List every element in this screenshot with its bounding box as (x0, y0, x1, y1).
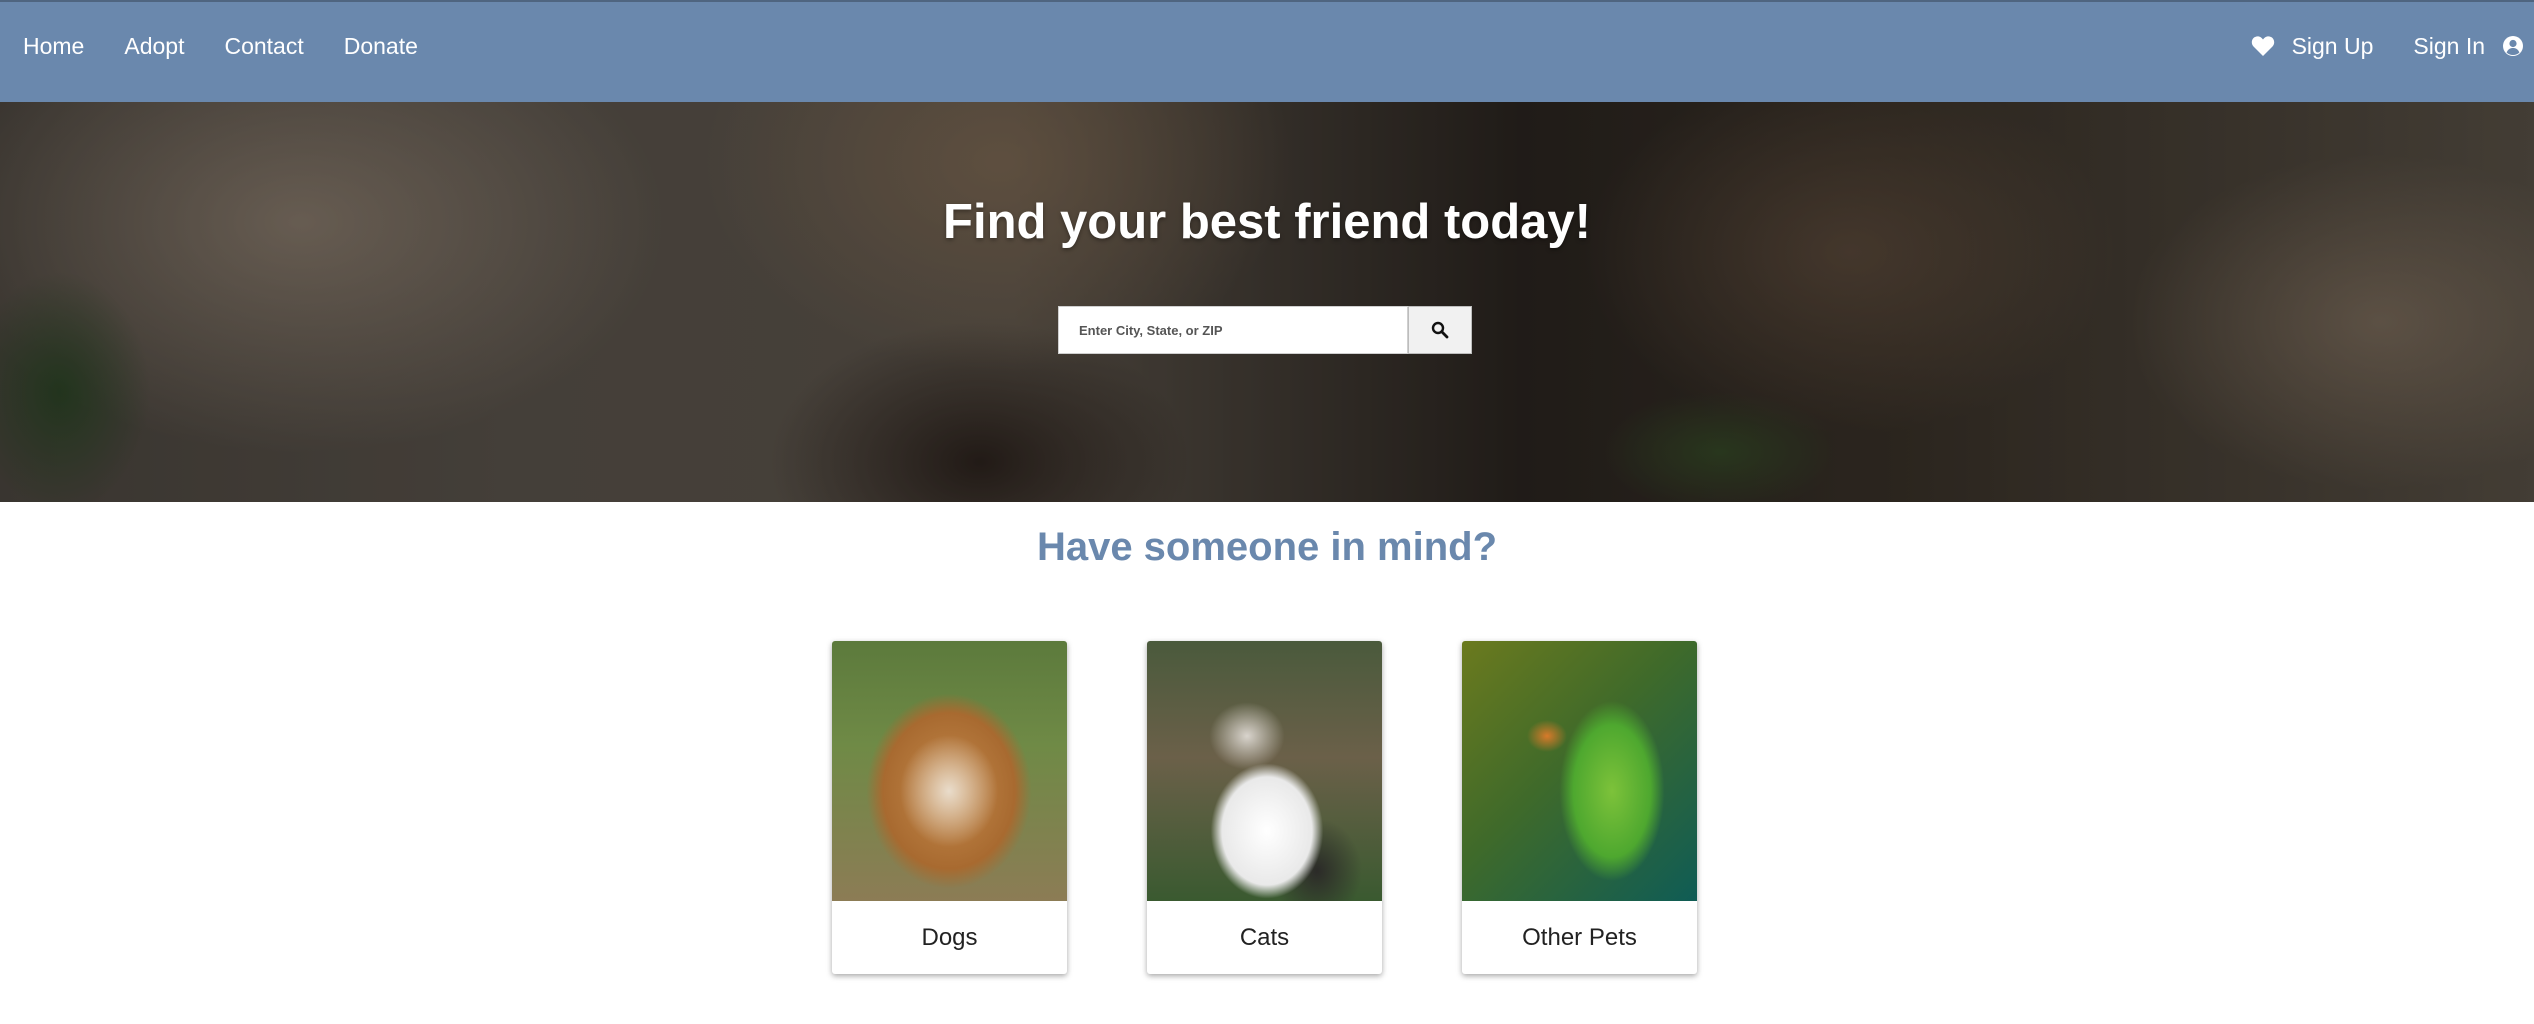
dog-photo (832, 641, 1067, 901)
location-search-input[interactable] (1058, 306, 1408, 354)
card-label: Cats (1239, 923, 1290, 951)
nav-home-link[interactable]: Home (23, 33, 84, 60)
top-navbar: Home Adopt Contact Donate Sign Up Sign I… (0, 0, 2534, 102)
hero-dark-overlay (0, 102, 2534, 502)
parrot-photo (1462, 641, 1697, 901)
nav-donate-link[interactable]: Donate (344, 33, 418, 60)
hero-title: Find your best friend today! (943, 195, 1591, 249)
card-label: Other Pets (1522, 923, 1637, 951)
sign-up-link[interactable]: Sign Up (2292, 33, 2374, 60)
heart-icon[interactable] (2251, 35, 2275, 57)
category-card-dogs[interactable]: Dogs (832, 641, 1067, 974)
nav-contact-link[interactable]: Contact (224, 33, 303, 60)
hero-banner: Find your best friend today! (0, 102, 2534, 502)
nav-left-group: Home Adopt Contact Donate (23, 2, 458, 90)
card-label: Dogs (921, 923, 978, 951)
category-card-other-pets[interactable]: Other Pets (1462, 641, 1697, 974)
search-button[interactable] (1408, 306, 1472, 354)
sign-in-link[interactable]: Sign In (2413, 33, 2485, 60)
section-title: Have someone in mind? (1036, 525, 1498, 569)
nav-adopt-link[interactable]: Adopt (124, 33, 184, 60)
cat-photo (1147, 641, 1382, 901)
category-card-cats[interactable]: Cats (1147, 641, 1382, 974)
search-icon (1431, 321, 1449, 339)
location-search-bar (1058, 306, 1472, 354)
nav-right-group: Sign Up Sign In (2251, 2, 2534, 90)
user-circle-icon[interactable] (2502, 35, 2524, 57)
